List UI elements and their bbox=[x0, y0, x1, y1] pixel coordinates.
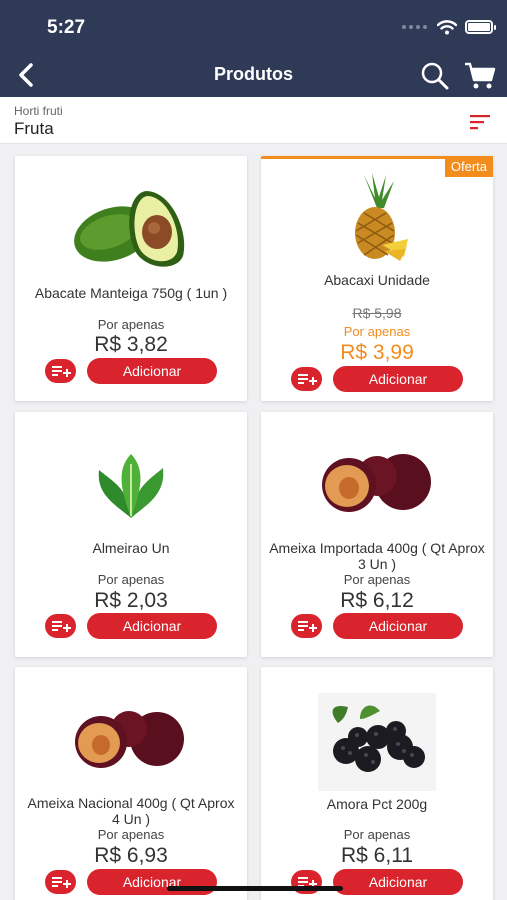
product-card[interactable]: Ameixa Nacional 400g ( Qt Aprox 4 Un ) P… bbox=[15, 667, 247, 900]
add-to-list-button[interactable] bbox=[45, 614, 76, 638]
product-name[interactable]: Ameixa Importada 400g ( Qt Aprox 3 Un ) bbox=[269, 540, 485, 572]
product-name[interactable]: Amora Pct 200g bbox=[269, 796, 485, 828]
lettuce-image bbox=[98, 454, 164, 518]
wifi-icon bbox=[437, 19, 457, 34]
product-name[interactable]: Ameixa Nacional 400g ( Qt Aprox 4 Un ) bbox=[23, 795, 239, 827]
category-bar: Horti fruti Fruta bbox=[0, 97, 507, 144]
product-card[interactable]: Abacate Manteiga 750g ( 1un ) Por apenas… bbox=[15, 156, 247, 401]
search-button[interactable] bbox=[420, 61, 450, 91]
add-button[interactable]: Adicionar bbox=[333, 613, 463, 639]
price-label: Por apenas bbox=[97, 827, 165, 842]
playlist-add-icon bbox=[52, 877, 71, 888]
product-card[interactable]: Amora Pct 200g Por apenas R$ 6,11 Adicio… bbox=[261, 667, 493, 900]
playlist-add-icon bbox=[52, 366, 71, 377]
add-button[interactable]: Adicionar bbox=[333, 366, 463, 392]
cart-icon bbox=[465, 62, 496, 89]
product-card[interactable]: Ameixa Importada 400g ( Qt Aprox 3 Un ) … bbox=[261, 412, 493, 657]
search-icon bbox=[421, 62, 449, 90]
add-to-list-button[interactable] bbox=[291, 367, 322, 391]
category-title: Fruta bbox=[14, 119, 54, 138]
plum-image bbox=[75, 711, 184, 768]
offer-badge: Oferta bbox=[444, 156, 493, 177]
product-price: R$ 3,82 bbox=[94, 333, 168, 356]
add-to-list-button[interactable] bbox=[45, 870, 76, 894]
price-label: Por apenas bbox=[97, 572, 165, 587]
breadcrumb[interactable]: Horti fruti bbox=[14, 104, 63, 118]
playlist-add-icon bbox=[298, 374, 317, 385]
add-button[interactable]: Adicionar bbox=[87, 358, 217, 384]
playlist-add-icon bbox=[298, 621, 317, 632]
price-label: Por apenas bbox=[97, 317, 165, 332]
sort-filter-icon[interactable] bbox=[467, 113, 493, 131]
price-label: Por apenas bbox=[343, 827, 411, 842]
signal-icon bbox=[402, 25, 427, 29]
blackberry-image bbox=[318, 693, 436, 791]
add-button[interactable]: Adicionar bbox=[87, 613, 217, 639]
product-name[interactable]: Abacate Manteiga 750g ( 1un ) bbox=[23, 285, 239, 317]
avocado-image bbox=[74, 191, 185, 267]
price-label: Por apenas bbox=[343, 324, 411, 339]
battery-icon bbox=[465, 20, 496, 34]
product-name[interactable]: Abacaxi Unidade bbox=[269, 272, 485, 304]
product-price: R$ 6,93 bbox=[94, 844, 168, 867]
status-time: 5:27 bbox=[47, 17, 86, 38]
home-indicator[interactable] bbox=[167, 886, 343, 891]
status-icons bbox=[402, 17, 496, 37]
product-card[interactable]: Almeirao Un Por apenas R$ 2,03 Adicionar bbox=[15, 412, 247, 657]
product-card[interactable]: Oferta Abacaxi Unidade R$ 5,98 Por apena… bbox=[261, 156, 493, 401]
add-button[interactable]: Adicionar bbox=[333, 869, 463, 895]
product-price: R$ 2,03 bbox=[94, 589, 168, 612]
old-price: R$ 5,98 bbox=[352, 305, 402, 321]
app-header: 5:27 Produtos bbox=[0, 0, 507, 97]
product-price: R$ 3,99 bbox=[340, 341, 414, 364]
cart-button[interactable] bbox=[464, 61, 496, 91]
add-button[interactable]: Adicionar bbox=[87, 869, 217, 895]
add-to-list-button[interactable] bbox=[45, 359, 76, 383]
playlist-add-icon bbox=[52, 621, 71, 632]
product-price: R$ 6,12 bbox=[340, 589, 414, 612]
add-to-list-button[interactable] bbox=[291, 614, 322, 638]
pineapple-image bbox=[355, 173, 408, 261]
plum-image bbox=[322, 454, 431, 512]
product-price: R$ 6,11 bbox=[341, 844, 413, 867]
product-name[interactable]: Almeirao Un bbox=[23, 540, 239, 572]
price-label: Por apenas bbox=[343, 572, 411, 587]
